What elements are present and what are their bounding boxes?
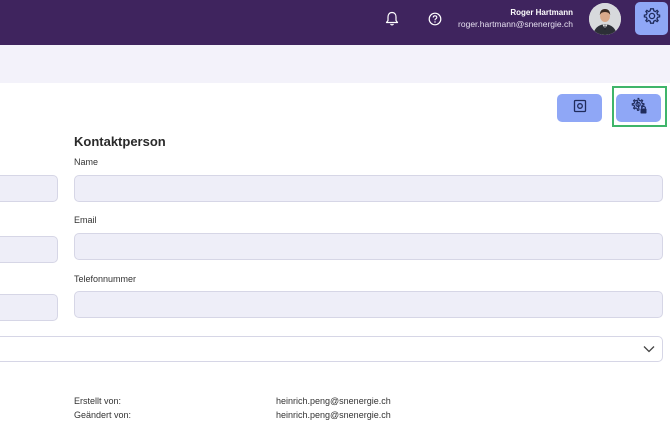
created-by-value: heinrich.peng@snenergie.ch xyxy=(276,396,391,406)
settings-lock-button[interactable] xyxy=(616,94,661,122)
dropdown-select[interactable] xyxy=(0,336,663,362)
changed-by-value: heinrich.peng@snenergie.ch xyxy=(276,410,391,420)
phone-label: Telefonnummer xyxy=(74,274,137,284)
preview-button[interactable] xyxy=(557,94,602,122)
gear-icon xyxy=(643,7,661,30)
gear-lock-icon xyxy=(630,97,648,120)
settings-button[interactable] xyxy=(635,2,668,35)
user-name: Roger Hartmann xyxy=(510,8,573,17)
chevron-down-icon[interactable] xyxy=(641,341,657,357)
phone-input[interactable] xyxy=(74,291,663,318)
email-label: Email xyxy=(74,215,97,225)
preview-icon xyxy=(573,99,587,118)
help-icon[interactable] xyxy=(426,10,444,28)
left-input-2[interactable] xyxy=(0,236,58,263)
created-by-label: Erstellt von: xyxy=(74,396,122,406)
section-title-kontaktperson: Kontaktperson xyxy=(74,134,166,149)
changed-by-label: Geändert von: xyxy=(74,410,132,420)
bell-icon[interactable] xyxy=(383,10,401,28)
email-input[interactable] xyxy=(74,233,663,260)
user-email: roger.hartmann@snenergie.ch xyxy=(458,19,573,29)
top-bar: Roger Hartmann roger.hartmann@snenergie.… xyxy=(0,0,670,45)
left-input-3[interactable] xyxy=(0,294,58,321)
sub-header-bar xyxy=(0,45,670,83)
avatar[interactable] xyxy=(589,3,621,35)
name-label: Name xyxy=(74,157,99,167)
left-input-1[interactable] xyxy=(0,175,58,202)
name-input[interactable] xyxy=(74,175,663,202)
